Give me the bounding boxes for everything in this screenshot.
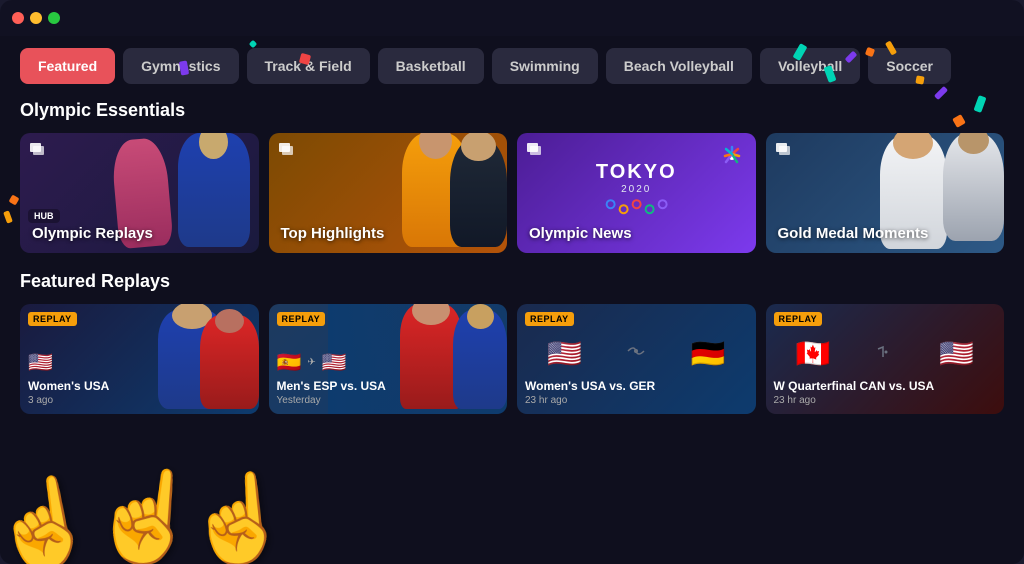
replay-badge-2: REPLAY [277, 312, 326, 326]
replays-section-title: Featured Replays [20, 271, 1004, 292]
tab-gymnastics[interactable]: Gymnastics [123, 48, 238, 84]
replay-2-time: Yesterday [277, 395, 500, 406]
replay-1-time: 3 ago [28, 395, 251, 406]
tab-soccer[interactable]: Soccer [868, 48, 951, 84]
tab-track-field[interactable]: Track & Field [247, 48, 370, 84]
minimize-button[interactable] [30, 12, 42, 24]
replay-card-2[interactable]: REPLAY 🇪🇸 ✈ 🇺🇸 Men's [269, 304, 508, 414]
close-button[interactable] [12, 12, 24, 24]
essentials-grid: HUB Olympic Replays [20, 133, 1004, 253]
tab-featured[interactable]: Featured [20, 48, 115, 84]
traffic-lights [12, 12, 60, 24]
card-highlights-label: Top Highlights [281, 225, 385, 243]
replay-card-1[interactable]: REPLAY 🇺🇸 Women's USA 3 ago [20, 304, 259, 414]
card-news-label: Olympic News [529, 225, 632, 243]
title-bar [0, 0, 1024, 36]
essentials-section-title: Olympic Essentials [20, 100, 1004, 121]
card-highlights-icon [279, 143, 297, 160]
tab-basketball[interactable]: Basketball [378, 48, 484, 84]
card-top-highlights[interactable]: Top Highlights [269, 133, 508, 253]
card-replays-icon [30, 143, 48, 160]
tab-volleyball[interactable]: Volleyball [760, 48, 860, 84]
foam-finger-1: ☝ [0, 466, 104, 564]
replay-1-flags: 🇺🇸 [28, 350, 251, 375]
tab-beach-volleyball[interactable]: Beach Volleyball [606, 48, 752, 84]
tab-swimming[interactable]: Swimming [492, 48, 598, 84]
replay-badge-1: REPLAY [28, 312, 77, 326]
maximize-button[interactable] [48, 12, 60, 24]
replay-4-title: W Quarterfinal CAN vs. USA [774, 379, 997, 393]
replay-2-flags: 🇪🇸 ✈ 🇺🇸 [277, 350, 500, 375]
card-news-icon [527, 143, 545, 160]
app-window: Featured Gymnastics Track & Field Basket… [0, 0, 1024, 564]
main-content: Featured Gymnastics Track & Field Basket… [0, 36, 1024, 564]
card-gold-label: Gold Medal Moments [778, 225, 929, 243]
tokyo-logo: TOKYO 2020 [596, 161, 677, 214]
card-olympic-news[interactable]: TOKYO 2020 Olympic News [517, 133, 756, 253]
card-gold-icon [776, 143, 794, 160]
card-gold-medal[interactable]: Gold Medal Moments [766, 133, 1005, 253]
replay-3-title: Women's USA vs. GER [525, 379, 748, 393]
foam-finger-2: ☝ [86, 459, 207, 564]
replays-grid: REPLAY 🇺🇸 Women's USA 3 ago [20, 304, 1004, 414]
replay-4-time: 23 hr ago [774, 395, 997, 406]
replay-card-3[interactable]: REPLAY 🇺🇸 🇩🇪 [517, 304, 756, 414]
replay-3-time: 23 hr ago [525, 395, 748, 406]
replay-card-4[interactable]: REPLAY 🇨🇦 🇺🇸 [766, 304, 1005, 414]
nav-tabs: Featured Gymnastics Track & Field Basket… [20, 48, 1004, 84]
replay-badge-4: REPLAY [774, 312, 823, 326]
replay-2-title: Men's ESP vs. USA [277, 379, 500, 393]
card-replays-label: Olympic Replays [32, 225, 153, 243]
replay-badge-3: REPLAY [525, 312, 574, 326]
foam-finger-3: ☝ [181, 465, 295, 564]
replay-1-title: Women's USA [28, 379, 251, 393]
card-olympic-replays[interactable]: HUB Olympic Replays [20, 133, 259, 253]
